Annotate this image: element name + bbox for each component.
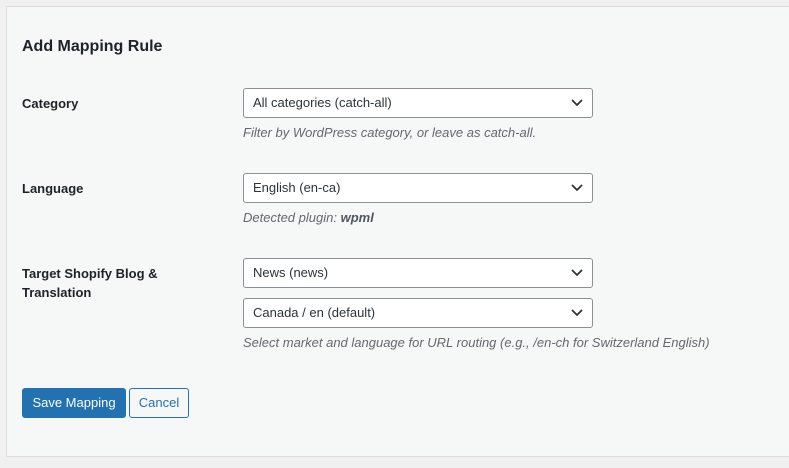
save-mapping-button[interactable]: Save Mapping	[22, 388, 126, 418]
cancel-button[interactable]: Cancel	[129, 388, 189, 418]
market-select[interactable]: Canada / en (default)	[243, 298, 593, 328]
chevron-down-icon	[571, 99, 583, 106]
chevron-down-icon	[571, 309, 583, 316]
language-label: Language	[22, 181, 84, 196]
target-label: Target Shopify Blog & Translation	[22, 266, 158, 300]
market-select-value: Canada / en (default)	[253, 305, 376, 320]
form-title: Add Mapping Rule	[22, 38, 163, 55]
language-select[interactable]: English (en-ca)	[243, 173, 593, 203]
detected-plugin-name: wpml	[340, 210, 374, 225]
language-hint-prefix: Detected plugin:	[243, 210, 341, 225]
blog-select[interactable]: News (news)	[243, 258, 593, 288]
language-hint: Detected plugin: wpml	[243, 210, 374, 225]
category-select[interactable]: All categories (catch-all)	[243, 88, 593, 118]
blog-select-value: News (news)	[253, 265, 329, 280]
category-hint: Filter by WordPress category, or leave a…	[243, 125, 537, 140]
category-select-value: All categories (catch-all)	[253, 95, 392, 110]
target-hint: Select market and language for URL routi…	[243, 335, 710, 350]
language-select-value: English (en-ca)	[253, 180, 341, 195]
chevron-down-icon	[571, 269, 583, 276]
category-label: Category	[22, 96, 79, 111]
chevron-down-icon	[571, 184, 583, 191]
